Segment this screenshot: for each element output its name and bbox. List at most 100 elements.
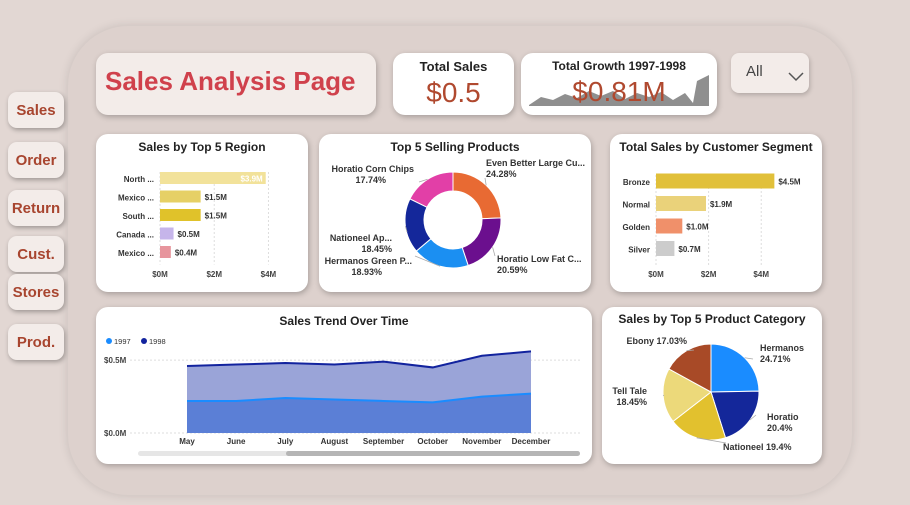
x-tick-label: $0M [648,270,664,279]
x-tick-label: $4M [261,270,277,279]
slice-label: Horatio [767,412,799,422]
slice-percent: 24.28% [486,169,517,179]
data-label: $1.5M [205,212,228,221]
nav-return-label: Return [11,199,61,217]
bar [656,173,775,189]
page-title-card: Sales Analysis Page [96,53,376,115]
trend-chart-svg: 1997 1998 $0.0M $0.5M May June July August Septe… [104,337,581,456]
y-tick-label: $0.0M [104,429,127,438]
category-label: Bronze [623,178,651,187]
nav-customer-button[interactable]: Cust. [8,236,64,272]
category-label: South ... [122,212,154,221]
slice-label: Nationeel Ap... [330,233,392,243]
slice-label: Hermanos Green P... [325,256,412,266]
category-label: Silver [628,246,650,255]
total-growth-label: Total Growth 1997-1998 [552,59,686,73]
x-tick-label: $2M [206,270,222,279]
filter-dropdown[interactable]: All [731,53,809,93]
y-tick-label: $0.5M [104,356,127,365]
bar [160,246,171,258]
slice-label: Horatio Corn Chips [332,164,415,174]
page-title: Sales Analysis Page [105,66,356,96]
nav-order-button[interactable]: Order [8,142,64,178]
category-pie-chart[interactable]: Sales by Top 5 Product Category Hermanos… [602,307,822,464]
slice-label: Hermanos [760,343,804,353]
data-label: $0.4M [175,249,198,258]
total-sales-value: $0.5 [426,77,481,108]
x-tick-label: June [227,437,246,446]
bar [160,209,201,221]
segment-bar-chart[interactable]: Total Sales by Customer Segment $0M $2M $4… [610,134,822,292]
nav-stores-label: Stores [12,283,60,301]
data-label: $4.5M [778,178,801,187]
pie-slice [710,343,760,393]
pie-slice [452,171,502,220]
segment-chart-svg: $0M $2M $4M Bronze $4.5M Normal $1.9M Golden $1.… [622,173,801,279]
scrollbar-thumb [286,451,580,456]
total-sales-label: Total Sales [419,59,488,74]
slice-label: Ebony 17.03% [626,336,687,346]
category-label: Golden [622,223,650,232]
x-tick-label: July [277,437,294,446]
slice-percent: 18.45% [361,244,392,254]
slice-percent: 17.74% [355,175,386,185]
data-label: $1.0M [686,223,709,232]
pie-slice [461,217,502,267]
nav-sales-label: Sales [16,101,56,119]
x-tick-label: September [363,437,404,446]
slice-percent: 18.45% [616,397,647,407]
data-label: $0.5M [178,230,201,239]
category-label: Normal [622,201,650,210]
sales-trend-chart[interactable]: Sales Trend Over Time 1997 1998 $0.0M $0.5M… [96,307,592,464]
nav-sales-button[interactable]: Sales [8,92,64,128]
x-tick-label: $4M [753,270,769,279]
slice-percent: 24.71% [760,354,791,364]
bar [160,227,174,240]
legend-label: 1998 [149,337,166,346]
x-tick-label: May [179,437,195,446]
slice-label: Horatio Low Fat C... [497,254,582,264]
nav-customer-label: Cust. [17,245,55,263]
data-label: $0.7M [678,245,701,254]
legend-marker [106,338,112,344]
region-bar-chart[interactable]: Sales by Top 5 Region $0M $2M $4M North ...… [96,134,308,292]
total-sales-card[interactable]: Total Sales $0.5 [393,53,514,115]
region-chart-svg: $0M $2M $4M North ... $3.9M Mexico ... $1.5M So… [116,172,277,279]
x-tick-label: August [321,437,349,446]
category-chart-svg: Hermanos24.71% Horatio20.4% Nationeel 19.4… [612,336,804,452]
x-tick-label: November [462,437,501,446]
pie-slice [409,171,454,208]
bar [656,241,675,256]
slice-label: Nationeel 19.4% [723,442,792,452]
legend-label: 1997 [114,337,131,346]
slice-percent: 20.59% [497,265,528,275]
slice-percent: 20.4% [767,423,793,433]
bar [656,218,683,234]
data-label: $1.5M [205,193,228,202]
x-tick-label: $2M [701,270,717,279]
category-label: Mexico ... [118,249,154,258]
category-label: North ... [124,175,154,184]
data-label: $3.9M [240,175,263,184]
category-label: Canada ... [116,231,154,240]
products-chart-svg: Even Better Large Cu...24.28% Horatio Low… [325,158,585,277]
slice-label: Tell Tale [612,386,647,396]
x-tick-label: $0M [152,270,168,279]
slice-percent: 18.93% [351,267,382,277]
category-label: Mexico ... [118,194,154,203]
data-label: $1.9M [710,200,733,209]
slice-label: Even Better Large Cu... [486,158,585,168]
total-growth-card[interactable]: Total Growth 1997-1998 $0.81M [521,53,717,115]
nav-order-label: Order [15,151,57,169]
nav-stores-button[interactable]: Stores [8,274,64,310]
x-tick-label: October [417,437,448,446]
chevron-down-icon [788,72,804,82]
nav-product-label: Prod. [16,333,56,351]
leader-line [492,247,496,257]
bar [160,190,201,203]
x-tick-label: December [512,437,551,446]
nav-return-button[interactable]: Return [8,190,64,226]
products-donut-chart[interactable]: Top 5 Selling Products Even Better Large… [319,134,591,292]
legend-marker [141,338,147,344]
nav-product-button[interactable]: Prod. [8,324,64,360]
